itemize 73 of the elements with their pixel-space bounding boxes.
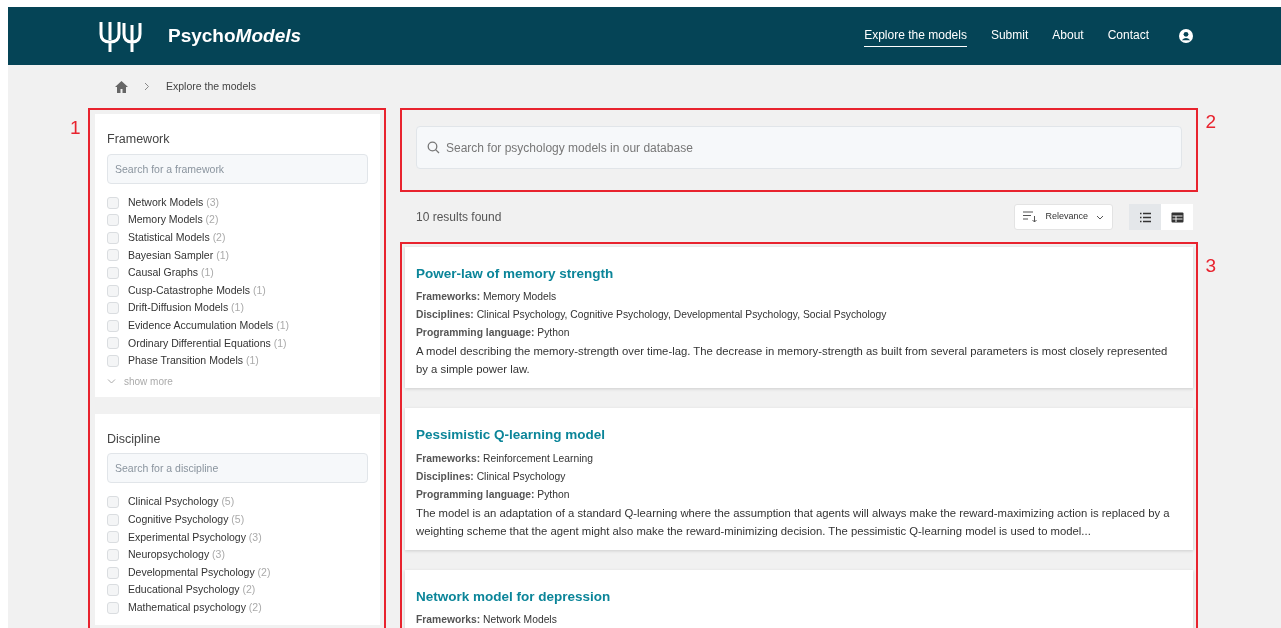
checkbox[interactable] xyxy=(107,354,119,367)
checkbox[interactable] xyxy=(107,196,119,209)
option-label[interactable]: Network Models (3) xyxy=(128,193,220,212)
option-label[interactable]: Cusp-Catastrophe Models (1) xyxy=(128,281,266,300)
option-label[interactable]: Memory Models (2) xyxy=(128,211,219,229)
option-label[interactable]: Causal Graphs (1) xyxy=(128,264,214,282)
result-field: Frameworks: Reinforcement Learning xyxy=(416,449,1182,468)
result-title-link[interactable]: Power-law of memory strength xyxy=(416,264,614,285)
result-title-link[interactable]: Network model for depression xyxy=(416,586,611,607)
checkbox[interactable] xyxy=(107,214,119,227)
checkbox[interactable] xyxy=(107,531,119,544)
option-label[interactable]: Evidence Accumulation Models (1) xyxy=(128,316,290,335)
checkbox[interactable] xyxy=(107,302,119,315)
table-view-button[interactable] xyxy=(1161,204,1193,230)
option-label[interactable]: Educational Psychology (2) xyxy=(128,581,256,599)
result-field: Programming language: Python xyxy=(416,324,1182,343)
list-icon xyxy=(1138,211,1152,223)
result-field: Programming language: Python xyxy=(416,485,1182,504)
filter-title: Framework xyxy=(107,131,171,148)
chevron-right-icon xyxy=(144,82,150,91)
result-title-link[interactable]: Pessimistic Q-learning model xyxy=(416,425,606,446)
option-label[interactable]: Experimental Psychology (3) xyxy=(128,528,262,547)
checkbox[interactable] xyxy=(107,266,119,279)
checkbox[interactable] xyxy=(107,496,119,509)
nav-link[interactable]: Explore the models xyxy=(864,25,967,47)
checkbox[interactable] xyxy=(107,584,119,597)
nav-link[interactable]: Contact xyxy=(1107,26,1149,46)
table-icon xyxy=(1170,211,1184,223)
option-label[interactable]: Ordinary Differential Equations (1) xyxy=(128,334,287,353)
breadcrumb-item[interactable]: Explore the models xyxy=(166,78,256,95)
option-label[interactable]: Statistical Models (2) xyxy=(128,228,226,247)
option-label[interactable]: Mathematical psychology (2) xyxy=(128,599,262,617)
result-field: Frameworks: Memory Models xyxy=(416,288,1182,307)
checkbox[interactable] xyxy=(107,284,119,297)
results-count: 10 results found xyxy=(416,209,502,226)
annotation-number: 2 xyxy=(1205,112,1216,131)
filter-title: Discipline xyxy=(107,430,162,448)
search-field[interactable]: Search for psychology models in our database xyxy=(416,126,1182,169)
result-field: Disciplines: Clinical Psychology xyxy=(416,467,1182,486)
annotation-number: 3 xyxy=(1205,256,1216,275)
sort-dropdown[interactable]: Relevance xyxy=(1014,204,1113,230)
option-label[interactable]: Clinical Psychology (5) xyxy=(128,493,235,512)
checkbox[interactable] xyxy=(107,249,119,262)
checkbox[interactable] xyxy=(107,231,119,244)
option-label[interactable]: Drift-Diffusion Models (1) xyxy=(128,299,244,317)
option-label[interactable]: Developmental Psychology (2) xyxy=(128,563,271,582)
result-field: Frameworks: Network Models xyxy=(416,610,1182,628)
logo-icon xyxy=(98,19,144,53)
sort-icon xyxy=(1023,211,1038,223)
option-label[interactable]: Phase Transition Models (1) xyxy=(128,352,259,370)
home-icon[interactable] xyxy=(115,80,128,93)
list-view-button[interactable] xyxy=(1129,204,1161,230)
result-description: The model is an adaptation of a standard Q-learning where the assumption that agents will always make the reward-maximizing action is replaced by a weighting scheme that the agent might also make the reward-minimizing decision. The pessimistic Q-learning model is used to model... xyxy=(416,505,1171,539)
checkbox[interactable] xyxy=(107,601,119,614)
filter-search-field[interactable]: Search for a discipline xyxy=(107,453,368,484)
nav-link[interactable]: About xyxy=(1052,26,1084,46)
caret-icon xyxy=(1096,214,1104,220)
checkbox[interactable] xyxy=(107,566,119,579)
option-label[interactable]: Neuropsychology (3) xyxy=(128,546,225,564)
checkbox[interactable] xyxy=(107,319,119,332)
brand-name[interactable]: PsychoModels xyxy=(168,21,302,51)
chevron-down-icon xyxy=(107,378,116,384)
result-field: Disciplines: Clinical Psychology, Cognitive Psychology, Developmental Psychology, Social Psychology xyxy=(416,306,1182,325)
option-label[interactable]: Cognitive Psychology (5) xyxy=(128,511,245,529)
user-icon[interactable] xyxy=(1179,29,1193,43)
nav-link[interactable]: Submit xyxy=(990,26,1029,46)
annotation-number: 1 xyxy=(70,118,81,137)
option-label[interactable]: Bayesian Sampler (1) xyxy=(128,246,229,265)
filter-search-field[interactable]: Search for a framework xyxy=(107,153,368,184)
checkbox[interactable] xyxy=(107,337,119,350)
result-description: A model describing the memory-strength over time-lag. The decrease in memory-strength as built from several parameters is most closely represented by a simple power law. xyxy=(416,344,1169,378)
checkbox[interactable] xyxy=(107,513,119,526)
checkbox[interactable] xyxy=(107,549,119,561)
